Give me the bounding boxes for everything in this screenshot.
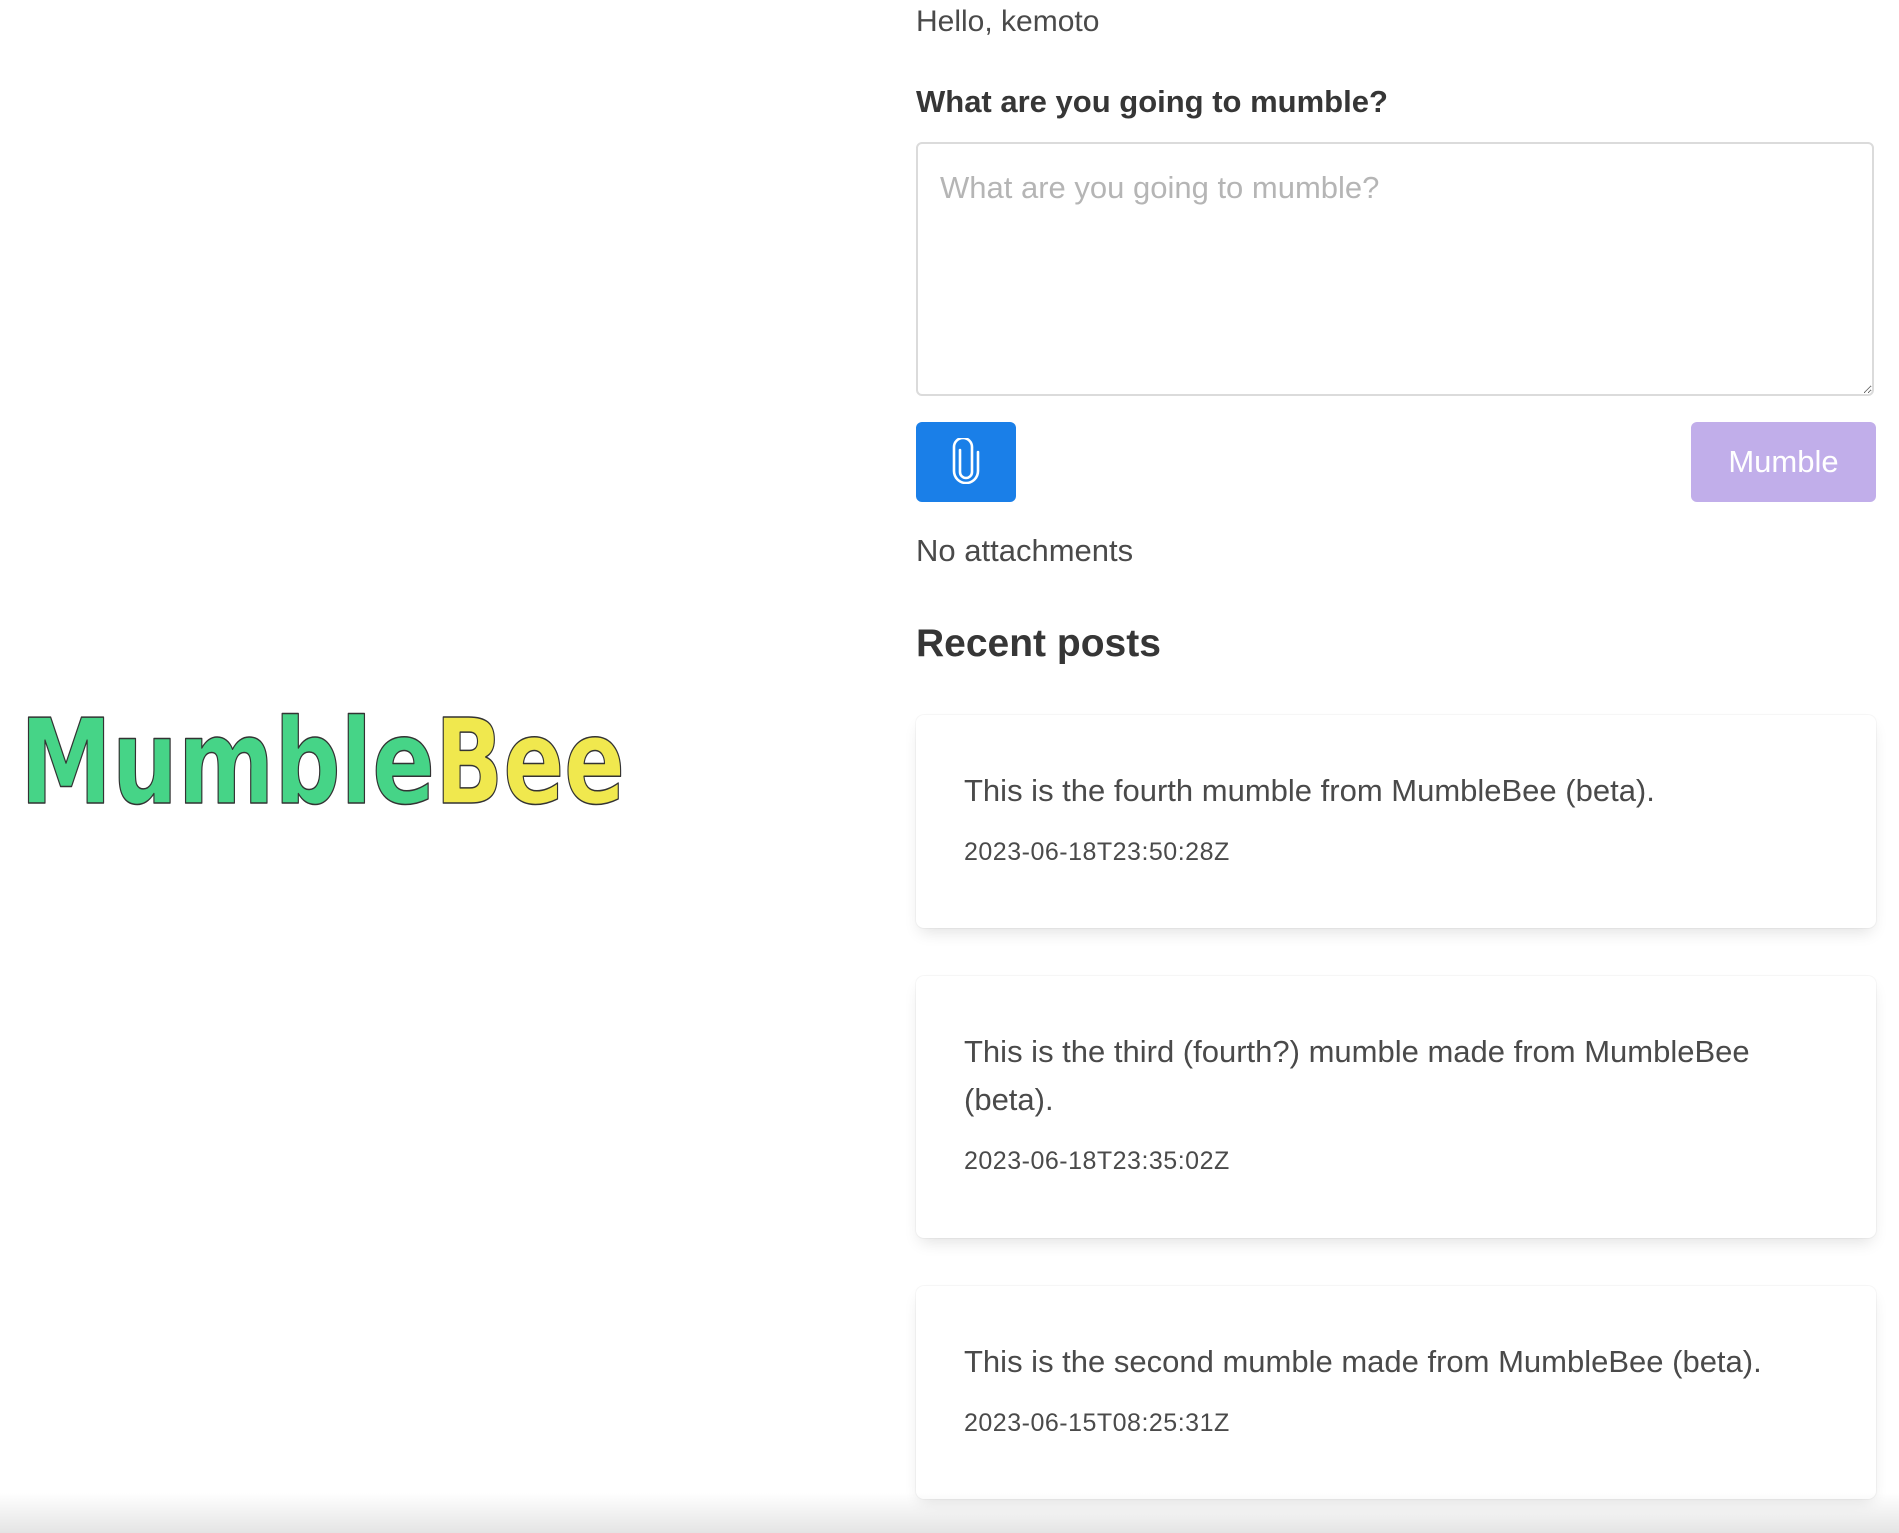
post-timestamp: 2023-06-15T08:25:31Z bbox=[964, 1409, 1230, 1437]
post-card: This is the second mumble made from Mumb… bbox=[916, 1286, 1876, 1499]
bottom-fade bbox=[0, 1493, 1899, 1533]
post-text: This is the fourth mumble from MumbleBee… bbox=[964, 773, 1655, 808]
post-timestamp: 2023-06-18T23:35:02Z bbox=[964, 1147, 1230, 1175]
mumble-textarea[interactable] bbox=[916, 142, 1874, 396]
attach-button[interactable] bbox=[916, 422, 1016, 502]
attachments-status: No attachments bbox=[916, 533, 1134, 568]
paperclip-icon bbox=[951, 436, 981, 487]
recent-posts-heading: Recent posts bbox=[916, 622, 1161, 665]
logo-bee-text: Bee bbox=[435, 695, 625, 820]
post-card: This is the fourth mumble from MumbleBee… bbox=[916, 715, 1876, 928]
mumble-submit-button[interactable]: Mumble bbox=[1691, 422, 1876, 502]
post-card: This is the third (fourth?) mumble made … bbox=[916, 976, 1876, 1238]
post-text: This is the second mumble made from Mumb… bbox=[964, 1344, 1762, 1379]
mumblebee-logo: Mumble Bee bbox=[20, 695, 630, 820]
post-timestamp: 2023-06-18T23:50:28Z bbox=[964, 838, 1230, 866]
greeting: Hello, kemoto bbox=[916, 5, 1100, 38]
composer-label: What are you going to mumble? bbox=[916, 84, 1388, 119]
logo-mumble-text: Mumble bbox=[20, 695, 435, 820]
post-text: This is the third (fourth?) mumble made … bbox=[964, 1034, 1750, 1117]
